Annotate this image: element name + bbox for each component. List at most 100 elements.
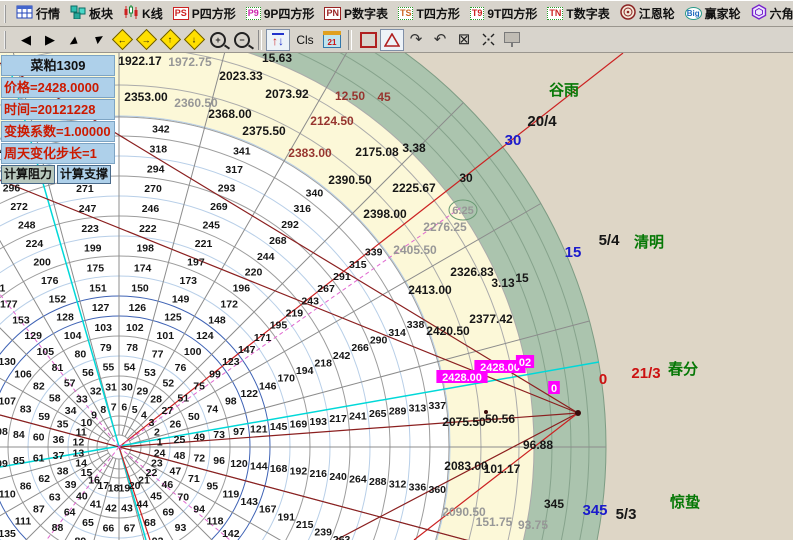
price-label: 2353.00 bbox=[124, 90, 168, 104]
calc-resistance-button[interactable]: 计算阻力 bbox=[1, 165, 55, 184]
toolbar-grip[interactable] bbox=[4, 31, 9, 49]
zoom-out-icon: − bbox=[234, 32, 250, 48]
triangle-tool-button[interactable] bbox=[380, 29, 404, 51]
wheel-number: 93 bbox=[175, 522, 187, 534]
annotation-label: 惊蛰 bbox=[670, 493, 700, 511]
presentation-button[interactable] bbox=[500, 29, 524, 51]
wheel-number: 317 bbox=[225, 164, 243, 176]
toolbar-item-label: 板块 bbox=[89, 5, 113, 22]
wheel-number: 45 bbox=[150, 490, 162, 502]
toolbar-item-p-square[interactable]: PSP四方形 bbox=[169, 3, 240, 24]
rotate-step-up-button[interactable]: ▲ bbox=[62, 29, 86, 51]
toolbar-grip[interactable] bbox=[4, 5, 6, 23]
wheel-number: 83 bbox=[20, 403, 32, 415]
wheel-number: 135 bbox=[0, 528, 16, 540]
rotate-step-down-button[interactable]: ▼ bbox=[86, 29, 110, 51]
toolbar-item-blocks[interactable]: 板块 bbox=[66, 3, 117, 24]
diamond-left-icon: ← bbox=[111, 29, 132, 50]
wheel-number: 312 bbox=[389, 479, 407, 491]
toolbar-item-gann-wheel[interactable]: 江恩轮 bbox=[616, 2, 679, 25]
calendar-button[interactable]: 21 bbox=[320, 29, 344, 51]
toolbar-item-winner-wheel[interactable]: Big赢家轮 bbox=[681, 3, 745, 24]
wheel-number: 96 bbox=[213, 455, 225, 467]
toolbar-item-t-square[interactable]: TST四方形 bbox=[394, 3, 464, 24]
wheel-number: 174 bbox=[134, 263, 152, 275]
toolbar-item-candlestick[interactable]: K线 bbox=[119, 3, 167, 24]
scale-factor-readout: 变换系数=1.00000 bbox=[1, 121, 115, 142]
wheel-number: 271 bbox=[76, 183, 94, 195]
zoom-in-button[interactable]: + bbox=[206, 29, 230, 51]
wheel-number: 171 bbox=[254, 332, 272, 344]
square-tool-button[interactable] bbox=[356, 29, 380, 51]
toolbar-item-label: 9T四方形 bbox=[487, 5, 537, 22]
cls-button[interactable]: Cls bbox=[290, 29, 320, 51]
toolbar-item-9t-square[interactable]: T99T四方形 bbox=[466, 3, 542, 24]
wheel-number: 215 bbox=[296, 519, 314, 531]
wheel-number: 36 bbox=[53, 434, 65, 446]
wheel-number: 24 bbox=[154, 447, 166, 459]
wheel-number: 130 bbox=[0, 356, 16, 368]
price-label: 2383.00 bbox=[288, 146, 332, 160]
expand-button[interactable]: ⊠ bbox=[452, 29, 476, 51]
nav-prev-button[interactable]: ◀ bbox=[14, 29, 38, 51]
instrument-title: 菜粕1309 bbox=[1, 55, 115, 76]
wheel-number: 244 bbox=[257, 251, 275, 263]
wheel-number: 49 bbox=[193, 431, 205, 443]
toolbar-item-hexagon[interactable]: 六角形 bbox=[747, 2, 793, 25]
pan-right-button[interactable]: → bbox=[134, 29, 158, 51]
rotate-cw-button[interactable]: ↷ bbox=[404, 29, 428, 51]
annotation-label: 谷雨 bbox=[549, 82, 579, 99]
wheel-number: 241 bbox=[349, 411, 367, 423]
wheel-number: 224 bbox=[26, 238, 44, 250]
convergence-dot bbox=[484, 410, 488, 414]
nav-next-button[interactable]: ▶ bbox=[38, 29, 62, 51]
wheel-number: 95 bbox=[206, 481, 218, 493]
blocks-icon bbox=[70, 5, 86, 22]
zoom-out-button[interactable]: − bbox=[230, 29, 254, 51]
wheel-number: 124 bbox=[196, 330, 214, 342]
pan-left-button[interactable]: ← bbox=[110, 29, 134, 51]
wheel-number: 245 bbox=[202, 219, 220, 231]
annotation-label: 30 bbox=[505, 132, 522, 149]
price-label: 2124.50 bbox=[310, 114, 354, 128]
wheel-number: 247 bbox=[79, 203, 97, 215]
wheel-number: 153 bbox=[12, 314, 30, 326]
wheel-number: 142 bbox=[222, 528, 240, 540]
wheel-number: 43 bbox=[121, 502, 133, 514]
wheel-number: 71 bbox=[188, 473, 200, 485]
toolbar-item-p-table[interactable]: PNP数字表 bbox=[320, 3, 392, 24]
wheel-number: 48 bbox=[174, 450, 186, 462]
annotation-label: 5/3 bbox=[616, 506, 637, 523]
updown-toggle-button[interactable]: ↑↓ bbox=[266, 29, 290, 51]
wheel-number: 44 bbox=[136, 498, 148, 510]
wheel-number: 68 bbox=[144, 517, 156, 529]
toolbar-item-9p-square[interactable]: P99P四方形 bbox=[242, 3, 319, 24]
pan-down-button[interactable]: ↓ bbox=[182, 29, 206, 51]
toolbar-tools: ◀ ▶ ▲ ▼ ← → ↑ ↓ + − ↑↓ Cls 21 ↷ ↶ ⊠ bbox=[0, 27, 793, 53]
wheel-number: 78 bbox=[126, 342, 138, 354]
wheel-number: 108 bbox=[0, 426, 8, 438]
toolbar-item-quotes-table[interactable]: 行情 bbox=[12, 3, 64, 24]
calc-support-button[interactable]: 计算支撑 bbox=[57, 165, 111, 184]
rotate-ccw-button[interactable]: ↶ bbox=[428, 29, 452, 51]
wheel-number: 94 bbox=[193, 503, 205, 515]
wheel-number: 38 bbox=[57, 465, 69, 477]
wheel-number: 80 bbox=[75, 349, 87, 361]
wheel-number: 97 bbox=[233, 426, 245, 438]
diamond-down-icon: ↓ bbox=[183, 29, 204, 50]
wheel-number: 106 bbox=[14, 368, 32, 380]
wheel-number: 72 bbox=[193, 453, 205, 465]
pan-up-button[interactable]: ↑ bbox=[158, 29, 182, 51]
shrink-button[interactable] bbox=[476, 29, 500, 51]
toolbar-item-t-table[interactable]: TNT数字表 bbox=[543, 3, 613, 24]
wheel-number: 151 bbox=[89, 282, 107, 294]
price-highlight-label: 2428.00 bbox=[442, 372, 482, 384]
toolbar-item-label: 六角形 bbox=[770, 5, 793, 22]
wheel-number: 7 bbox=[111, 401, 117, 413]
gann-wheel-chart[interactable]: 1234567891011121314151617181920212223242… bbox=[0, 53, 793, 540]
wheel-number: 32 bbox=[90, 386, 102, 398]
wheel-number: 118 bbox=[207, 516, 224, 528]
price-label: 2420.50 bbox=[426, 324, 470, 338]
wheel-number: 28 bbox=[150, 394, 162, 406]
wheel-number: 66 bbox=[103, 522, 115, 534]
